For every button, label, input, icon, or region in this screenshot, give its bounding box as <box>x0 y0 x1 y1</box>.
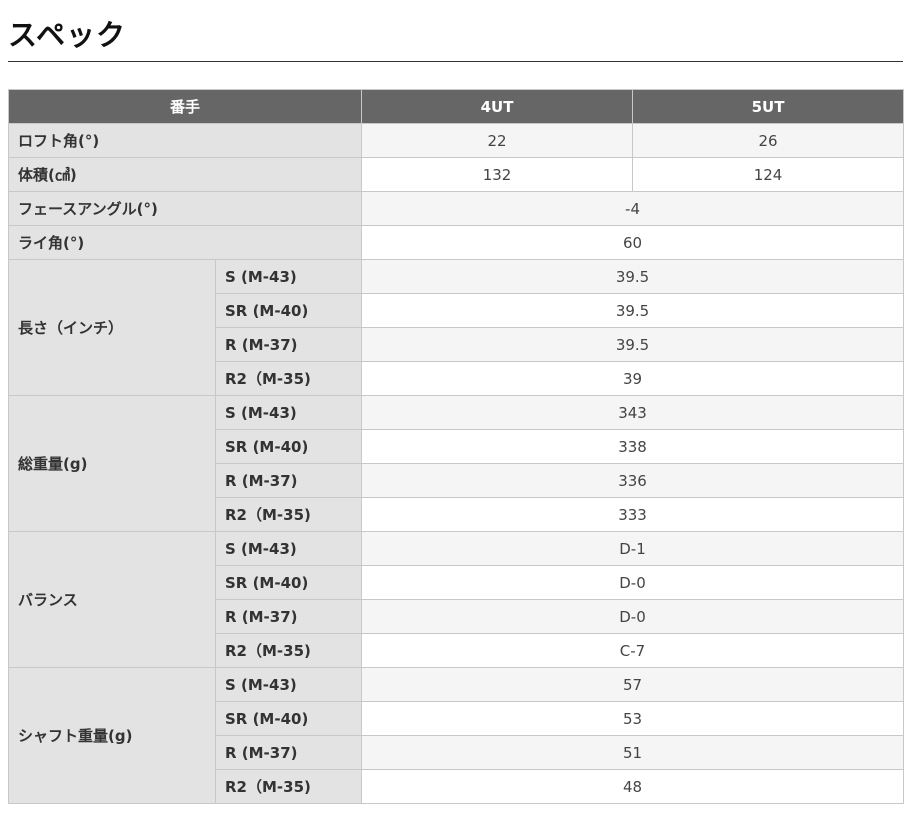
row-label-lie: ライ角(°) <box>7 225 363 260</box>
group-label-balance: バランス <box>8 531 216 668</box>
page-title: スペック <box>8 18 126 52</box>
flex-label: S (M-43) <box>214 395 363 430</box>
flex-label: R (M-37) <box>214 599 363 634</box>
value-cell: D-1 <box>361 531 905 566</box>
flex-label: S (M-43) <box>214 531 363 566</box>
header-number-label: 番手 <box>7 89 363 124</box>
group-label-shaft-weight: シャフト重量(g) <box>8 667 216 804</box>
flex-label: R2（M-35) <box>214 633 363 668</box>
group-label-length: 長さ（インチ） <box>8 259 216 396</box>
value-cell: D-0 <box>361 565 905 600</box>
table-row-lie: ライ角(°) 60 <box>7 225 905 260</box>
value-cell: 57 <box>361 667 905 702</box>
flex-label: SR (M-40) <box>214 293 363 328</box>
flex-label: SR (M-40) <box>214 701 363 736</box>
value-cell: 338 <box>361 429 905 464</box>
flex-label: SR (M-40) <box>214 565 363 600</box>
cell-volume-4ut: 132 <box>361 157 634 192</box>
flex-label: R2（M-35) <box>214 769 363 804</box>
table-row: 総重量(g) S (M-43) 343 <box>8 395 905 532</box>
cell-face-angle: -4 <box>361 191 905 226</box>
flex-label: R2（M-35) <box>214 497 363 532</box>
cell-volume-5ut: 124 <box>632 157 905 192</box>
flex-label: R (M-37) <box>214 735 363 770</box>
spec-table: 番手 4UT 5UT ロフト角(°) 22 26 体積(㎤) 132 124 フ… <box>7 89 905 804</box>
value-cell: D-0 <box>361 599 905 634</box>
value-cell: 53 <box>361 701 905 736</box>
table-row: バランス S (M-43) D-1 <box>8 531 905 668</box>
value-cell: 333 <box>361 497 905 532</box>
group-label-total-weight: 総重量(g) <box>8 395 216 532</box>
cell-loft-5ut: 26 <box>632 123 905 158</box>
header-model-5ut: 5UT <box>632 89 905 124</box>
cell-lie: 60 <box>361 225 905 260</box>
value-cell: 51 <box>361 735 905 770</box>
table-row-volume: 体積(㎤) 132 124 <box>7 157 905 192</box>
flex-label: S (M-43) <box>214 259 363 294</box>
flex-label: R (M-37) <box>214 327 363 362</box>
flex-label: SR (M-40) <box>214 429 363 464</box>
value-cell: 39 <box>361 361 905 396</box>
value-cell: 343 <box>361 395 905 430</box>
row-label-loft: ロフト角(°) <box>7 123 363 158</box>
value-cell: 39.5 <box>361 327 905 362</box>
value-cell: 39.5 <box>361 259 905 294</box>
cell-loft-4ut: 22 <box>361 123 634 158</box>
flex-label: S (M-43) <box>214 667 363 702</box>
table-row: シャフト重量(g) S (M-43) 57 <box>8 667 905 804</box>
header-model-4ut: 4UT <box>361 89 634 124</box>
value-cell: 39.5 <box>361 293 905 328</box>
row-label-volume: 体積(㎤) <box>7 157 363 192</box>
table-row: 長さ（インチ） S (M-43) 39.5 <box>8 259 905 396</box>
table-row-face-angle: フェースアングル(°) -4 <box>7 191 905 226</box>
flex-label: R (M-37) <box>214 463 363 498</box>
value-cell: 48 <box>361 769 905 804</box>
table-row-loft: ロフト角(°) 22 26 <box>7 123 905 158</box>
title-divider <box>8 61 903 62</box>
row-label-face-angle: フェースアングル(°) <box>7 191 363 226</box>
value-cell: C-7 <box>361 633 905 668</box>
table-header-row: 番手 4UT 5UT <box>7 89 905 124</box>
flex-label: R2（M-35) <box>214 361 363 396</box>
value-cell: 336 <box>361 463 905 498</box>
